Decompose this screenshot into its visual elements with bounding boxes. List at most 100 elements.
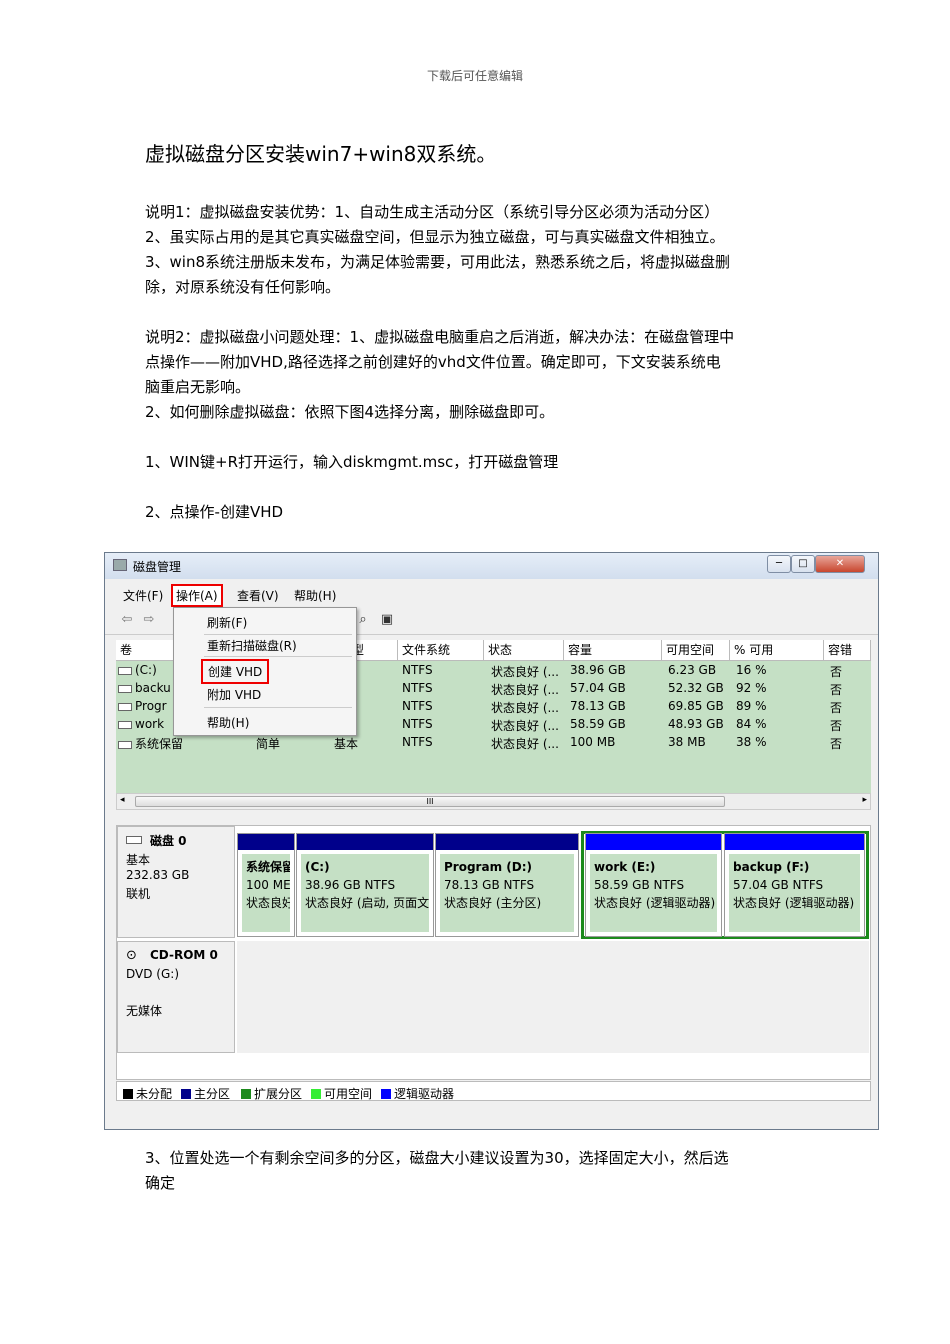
cdrom-0-label[interactable]: ⊙ CD-ROM 0 DVD (G:) 无媒体 — [117, 941, 235, 1053]
cell-capacity: 78.13 GB — [570, 699, 626, 713]
paragraph: 脑重启无影响。 — [145, 378, 251, 396]
volume-icon — [118, 702, 132, 711]
menu-item-attach-vhd[interactable]: 附加 VHD — [207, 686, 261, 703]
cell-type: 基本 — [334, 737, 359, 751]
partition-size: 100 ME — [246, 878, 290, 892]
cell-status: 状态良好 (... — [491, 701, 559, 715]
column-header[interactable]: 可用空间 — [662, 640, 730, 660]
column-header[interactable]: % 可用 — [730, 640, 824, 660]
cell-volume: work — [135, 717, 165, 731]
forward-icon[interactable]: ⇨ — [141, 612, 157, 628]
menu-file[interactable]: 文件(F) — [123, 587, 163, 604]
cell-fault: 否 — [830, 701, 843, 715]
menu-item-rescan[interactable]: 重新扫描磁盘(R) — [207, 637, 297, 654]
partition-f[interactable]: backup (F:) 57.04 GB NTFS 状态良好 (逻辑驱动器) — [724, 833, 865, 937]
cell-fs: NTFS — [402, 681, 433, 695]
horizontal-scrollbar[interactable]: ◂ III ▸ — [116, 793, 871, 810]
properties-icon[interactable]: ⌕ — [355, 612, 371, 628]
disk-management-window: 磁盘管理 ─ □ ✕ 文件(F) 操作(A) 查看(V) 帮助(H) ⇦ ⇨ ⌕… — [104, 552, 879, 1130]
close-button[interactable]: ✕ — [815, 555, 865, 573]
cell-percent: 84 % — [736, 717, 767, 731]
disk-type: 基本 — [126, 853, 151, 867]
paragraph: 1、WIN键+R打开运行，输入diskmgmt.msc，打开磁盘管理 — [145, 453, 559, 471]
partition-name: Program (D:) — [444, 860, 532, 874]
partition-bar — [297, 834, 433, 850]
legend-swatch — [181, 1089, 191, 1099]
volume-icon — [118, 666, 132, 675]
cell-fault: 否 — [830, 737, 843, 751]
disk-state: 联机 — [126, 887, 151, 901]
maximize-button[interactable]: □ — [791, 555, 815, 573]
legend-item: 未分配 — [123, 1085, 172, 1102]
column-header[interactable]: 容量 — [564, 640, 662, 660]
help-icon[interactable]: ▣ — [379, 612, 395, 628]
partition-status: 状态良好 (启动, 页面文 — [305, 896, 429, 910]
column-header[interactable]: 状态 — [484, 640, 564, 660]
cell-percent: 89 % — [736, 699, 767, 713]
partition-name: 系统保留 — [246, 860, 290, 874]
menu-item-help[interactable]: 帮助(H) — [207, 714, 249, 731]
scroll-right-icon[interactable]: ▸ — [862, 795, 867, 805]
menu-view[interactable]: 查看(V) — [237, 587, 279, 604]
menu-item-refresh[interactable]: 刷新(F) — [207, 614, 247, 631]
partition-name: (C:) — [305, 860, 330, 874]
legend-swatch — [241, 1089, 251, 1099]
scroll-left-icon[interactable]: ◂ — [120, 795, 125, 805]
cdrom-media: 无媒体 — [126, 1004, 163, 1018]
cell-fs: NTFS — [402, 735, 433, 749]
cell-capacity: 57.04 GB — [570, 681, 626, 695]
paragraph: 3、位置处选一个有剩余空间多的分区，磁盘大小建议设置为30，选择固定大小，然后选 — [145, 1149, 729, 1167]
paragraph: 3、win8系统注册版未发布，为满足体验需要，可用此法，熟悉系统之后，将虚拟磁盘… — [145, 253, 731, 271]
column-header[interactable]: 容错 — [824, 640, 871, 660]
partition-bar — [238, 834, 294, 850]
legend-swatch — [123, 1089, 133, 1099]
back-icon[interactable]: ⇦ — [119, 612, 135, 628]
page-header: 下载后可任意编辑 — [426, 69, 523, 83]
partition-size: 78.13 GB NTFS — [444, 878, 535, 892]
legend: 未分配 主分区 扩展分区 可用空间 逻辑驱动器 — [116, 1081, 871, 1101]
cell-free: 6.23 GB — [668, 663, 717, 677]
volume-icon — [118, 684, 132, 693]
legend-swatch — [311, 1089, 321, 1099]
partition-e[interactable]: work (E:) 58.59 GB NTFS 状态良好 (逻辑驱动器) — [585, 833, 722, 937]
disk-0-label[interactable]: 磁盘 0 基本 232.83 GB 联机 — [117, 826, 235, 938]
paragraph: 2、如何删除虚拟磁盘：依照下图4选择分离，删除磁盘即可。 — [145, 403, 555, 421]
menu-item-create-vhd[interactable]: 创建 VHD — [201, 659, 270, 684]
volume-icon — [118, 740, 132, 749]
cell-fs: NTFS — [402, 663, 433, 677]
disk-graphical-view: 磁盘 0 基本 232.83 GB 联机 系统保留 100 ME 状态良好 (C… — [116, 825, 871, 1080]
cell-volume: backu — [135, 681, 171, 695]
legend-item: 扩展分区 — [241, 1085, 302, 1102]
paragraph: 说明1：虚拟磁盘安装优势：1、自动生成主活动分区（系统引导分区必须为活动分区） — [145, 203, 720, 221]
partition-size: 38.96 GB NTFS — [305, 878, 396, 892]
partition-status: 状态良好 (主分区) — [444, 896, 542, 910]
column-header[interactable]: 文件系统 — [398, 640, 484, 660]
disk-management-icon — [113, 559, 127, 571]
partition-system-reserved[interactable]: 系统保留 100 ME 状态良好 — [237, 833, 295, 937]
minimize-button[interactable]: ─ — [767, 555, 791, 573]
menu-separator — [204, 634, 352, 635]
cell-fault: 否 — [830, 665, 843, 679]
partition-size: 57.04 GB NTFS — [733, 878, 824, 892]
menu-separator — [204, 707, 352, 708]
cell-volume: 系统保留 — [135, 737, 184, 751]
cell-status: 状态良好 (... — [491, 683, 559, 697]
cell-status: 状态良好 (... — [491, 737, 559, 751]
cell-status: 状态良好 (... — [491, 719, 559, 733]
partition-name: backup (F:) — [733, 860, 810, 874]
scroll-thumb[interactable]: III — [135, 796, 725, 807]
cdrom-icon: ⊙ — [126, 948, 137, 963]
window-title: 磁盘管理 — [133, 560, 182, 574]
partition-status: 状态良好 — [246, 896, 290, 910]
partition-bar — [436, 834, 578, 850]
paragraph: 说明2：虚拟磁盘小问题处理：1、虚拟磁盘电脑重启之后消逝，解决办法：在磁盘管理中 — [145, 328, 735, 346]
partition-c[interactable]: (C:) 38.96 GB NTFS 状态良好 (启动, 页面文 — [296, 833, 434, 937]
partition-bar — [725, 834, 864, 850]
partition-d[interactable]: Program (D:) 78.13 GB NTFS 状态良好 (主分区) — [435, 833, 579, 937]
menu-action[interactable]: 操作(A) — [171, 584, 223, 607]
cell-fs: NTFS — [402, 717, 433, 731]
disk-size: 232.83 GB — [126, 868, 190, 882]
menu-help[interactable]: 帮助(H) — [294, 587, 336, 604]
legend-item: 逻辑驱动器 — [381, 1085, 454, 1102]
cell-status: 状态良好 (... — [491, 665, 559, 679]
